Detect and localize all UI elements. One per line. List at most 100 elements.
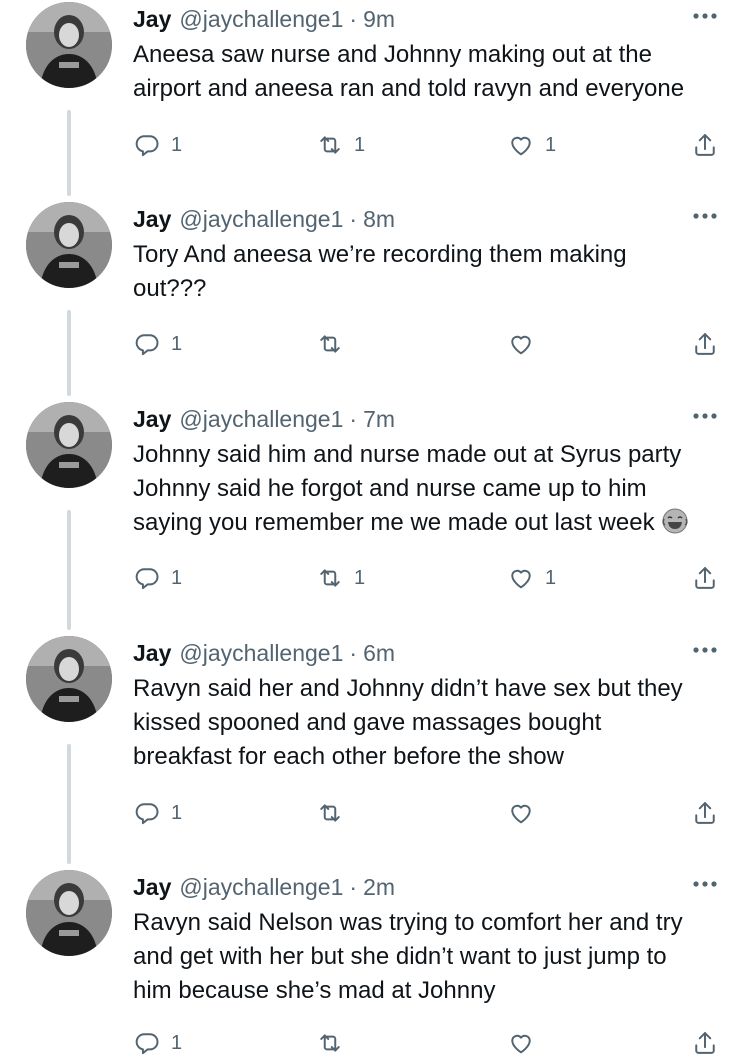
reply-button[interactable]: 1 — [133, 128, 182, 162]
reply-button[interactable]: 1 — [133, 1026, 182, 1060]
retweet-button[interactable] — [316, 327, 354, 361]
user-handle[interactable]: @jaychallenge1 — [179, 6, 343, 33]
avatar[interactable] — [26, 202, 112, 288]
tweet-text-content: him because she’s mad at Johnny — [133, 977, 496, 1004]
tweet-text-content: breakfast for each other before the show — [133, 743, 564, 770]
retweet-count: 1 — [354, 566, 366, 589]
user-handle[interactable]: @jaychallenge1 — [179, 206, 343, 233]
like-button[interactable]: 1 — [507, 561, 556, 595]
tweet-text-line: Johnny said he forgot and nurse came up … — [133, 472, 733, 506]
reply-button[interactable]: 1 — [133, 327, 182, 361]
tweet-text-line: airport and aneesa ran and told ravyn an… — [133, 72, 733, 106]
display-name[interactable]: Jay — [133, 874, 171, 901]
more-options-icon — [693, 213, 717, 219]
reply-button[interactable]: 1 — [133, 561, 182, 595]
tweet-text-content: and get with her but she didn’t want to … — [133, 943, 667, 970]
tweet-header: Jay @jaychallenge1 · 6m — [133, 636, 395, 670]
like-button[interactable] — [507, 796, 545, 830]
tweet-actions: 1 1 1 — [133, 561, 733, 595]
more-options-button[interactable] — [690, 872, 720, 896]
share-button[interactable] — [691, 327, 719, 361]
share-button[interactable] — [691, 128, 719, 162]
like-count: 1 — [545, 566, 557, 589]
tweet-text-line: Ravyn said Nelson was trying to comfort … — [133, 906, 733, 940]
retweet-icon — [320, 804, 340, 822]
user-handle[interactable]: @jaychallenge1 — [179, 874, 343, 901]
share-button[interactable] — [691, 561, 719, 595]
retweet-icon — [320, 1034, 340, 1052]
separator-dot: · — [349, 5, 358, 32]
tweet[interactable]: Jay @jaychallenge1 · 7m Johnny said him and … — [0, 402, 750, 592]
tweet-actions: 1 — [133, 327, 733, 361]
tweet-header: Jay @jaychallenge1 · 7m — [133, 402, 395, 436]
tweet-text-content: Johnny said he forgot and nurse came up … — [133, 475, 647, 502]
more-options-icon — [693, 647, 717, 653]
avatar[interactable] — [26, 2, 112, 88]
share-button[interactable] — [691, 1026, 719, 1060]
display-name[interactable]: Jay — [133, 640, 171, 667]
tweet-text-content: saying you remember me we made out last … — [133, 509, 655, 536]
heart-icon — [511, 136, 531, 156]
tweet-text-line: breakfast for each other before the show — [133, 740, 733, 774]
tweet-text-line: kissed spooned and gave massages bought — [133, 706, 733, 740]
tweet[interactable]: Jay @jaychallenge1 · 6m Ravyn said her and J… — [0, 636, 750, 826]
reply-count: 1 — [171, 801, 183, 824]
like-button[interactable] — [507, 1026, 545, 1060]
user-handle[interactable]: @jaychallenge1 — [179, 640, 343, 667]
timestamp[interactable]: 6m — [363, 640, 395, 667]
tweet-text-content: Ravyn said her and Johnny didn’t have se… — [133, 675, 683, 702]
more-options-button[interactable] — [690, 204, 720, 228]
tweet-text: Aneesa saw nurse and Johnny making out a… — [133, 38, 733, 106]
more-options-icon — [693, 413, 717, 419]
tweet-text-line: Tory And aneesa we’re recording them mak… — [133, 238, 733, 272]
separator-dot: · — [349, 405, 358, 432]
retweet-button[interactable]: 1 — [316, 128, 365, 162]
more-options-button[interactable] — [690, 4, 720, 28]
tweet-text-line: him because she’s mad at Johnny — [133, 974, 733, 1008]
retweet-count: 1 — [354, 133, 366, 156]
tweet-header: Jay @jaychallenge1 · 9m — [133, 2, 395, 36]
tweet-text-line: and get with her but she didn’t want to … — [133, 940, 733, 974]
tweet-header: Jay @jaychallenge1 · 2m — [133, 870, 395, 904]
tweet-actions: 1 — [133, 1026, 733, 1060]
retweet-button[interactable]: 1 — [316, 561, 365, 595]
share-icon — [695, 333, 715, 355]
more-options-button[interactable] — [690, 404, 720, 428]
tweet-text-line: saying you remember me we made out last … — [133, 506, 733, 540]
tweet[interactable]: Jay @jaychallenge1 · 2m Ravyn said Nelson wa… — [0, 870, 750, 1060]
user-handle[interactable]: @jaychallenge1 — [179, 406, 343, 433]
share-button[interactable] — [691, 796, 719, 830]
timestamp[interactable]: 2m — [363, 874, 395, 901]
retweet-button[interactable] — [316, 1026, 354, 1060]
timestamp[interactable]: 7m — [363, 406, 395, 433]
separator-dot: · — [349, 873, 358, 900]
heart-icon — [511, 569, 531, 589]
heart-icon — [511, 804, 531, 824]
separator-dot: · — [349, 639, 358, 666]
tweet-text-line: Johnny said him and nurse made out at Sy… — [133, 438, 733, 472]
more-options-button[interactable] — [690, 638, 720, 662]
tweet-actions: 1 — [133, 796, 733, 830]
tweet-text: Tory And aneesa we’re recording them mak… — [133, 238, 733, 306]
tweet-text-content: Aneesa saw nurse and Johnny making out a… — [133, 41, 652, 68]
display-name[interactable]: Jay — [133, 206, 171, 233]
tweet[interactable]: Jay @jaychallenge1 · 8m Tory And aneesa we’r… — [0, 202, 750, 392]
retweet-button[interactable] — [316, 796, 354, 830]
timestamp[interactable]: 9m — [363, 6, 395, 33]
reply-button[interactable]: 1 — [133, 796, 182, 830]
timestamp[interactable]: 8m — [363, 206, 395, 233]
like-count: 1 — [545, 133, 557, 156]
tweet-text-content: out??? — [133, 275, 207, 302]
avatar[interactable] — [26, 636, 112, 722]
display-name[interactable]: Jay — [133, 406, 171, 433]
reply-count: 1 — [171, 1031, 183, 1054]
like-button[interactable]: 1 — [507, 128, 556, 162]
reply-count: 1 — [171, 332, 183, 355]
tears-of-joy-emoji — [661, 508, 688, 534]
avatar[interactable] — [26, 870, 112, 956]
display-name[interactable]: Jay — [133, 6, 171, 33]
avatar[interactable] — [26, 402, 112, 488]
like-button[interactable] — [507, 327, 545, 361]
tweet[interactable]: Jay @jaychallenge1 · 9m Aneesa saw nurse and… — [0, 2, 750, 192]
tweet-text-content: Tory And aneesa we’re recording them mak… — [133, 241, 627, 268]
